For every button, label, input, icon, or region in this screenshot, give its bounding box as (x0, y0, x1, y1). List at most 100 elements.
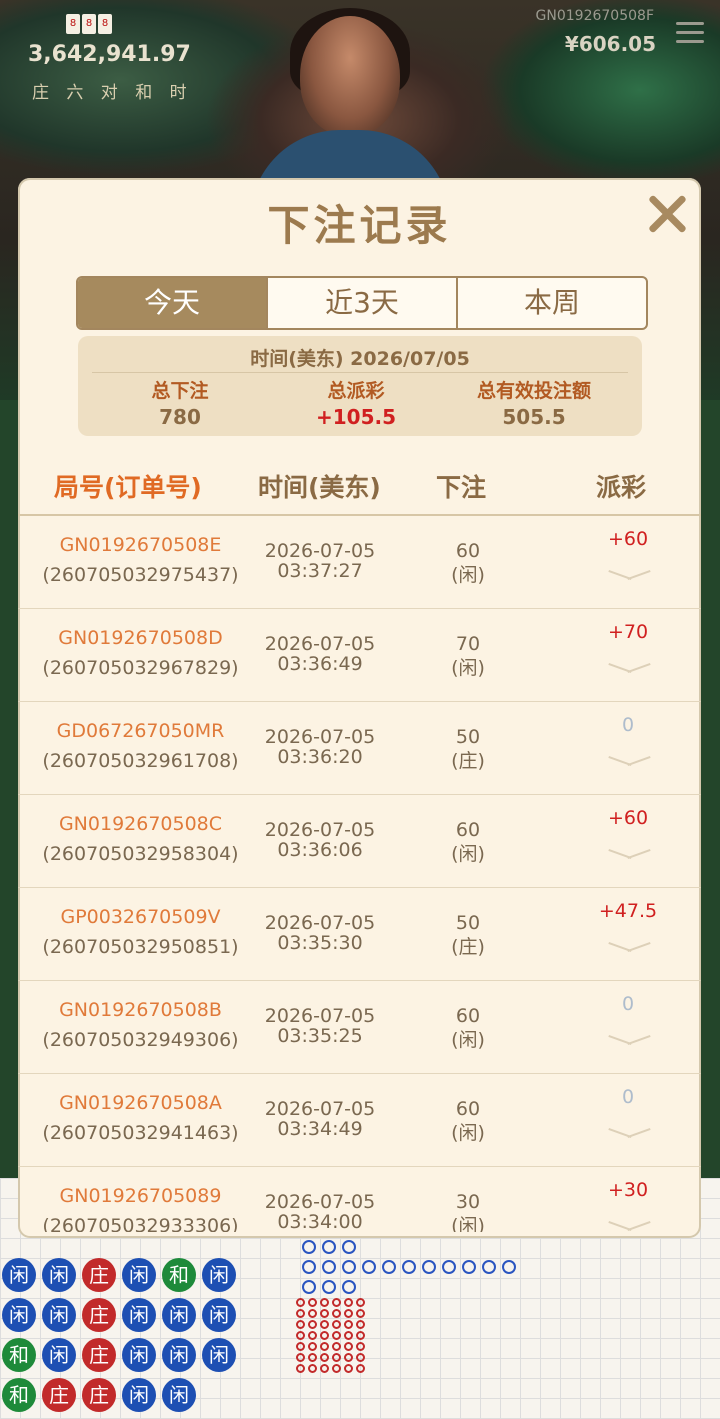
road-marker (296, 1331, 305, 1340)
round-id[interactable]: GP0032670509V (18, 906, 263, 928)
bet-amount: 70 (455, 633, 481, 655)
road-marker (332, 1320, 341, 1329)
bet-amount: 60 (455, 819, 481, 841)
bet-amount: 60 (455, 1005, 481, 1027)
tab-today[interactable]: 今天 (78, 278, 268, 328)
road-marker (344, 1298, 353, 1307)
bet-time: 03:37:27 (277, 560, 363, 582)
order-id: (260705032961708) (42, 750, 239, 772)
table-row[interactable]: GN0192670508E (260705032975437) 2026-07-05… (18, 516, 701, 609)
road-marker (344, 1353, 353, 1362)
road-marker (320, 1364, 329, 1373)
round-id[interactable]: GN0192670508C (18, 813, 263, 835)
road-marker (332, 1298, 341, 1307)
round-id[interactable]: GN0192670508D (18, 627, 263, 649)
round-id: GN0192670508F (535, 8, 654, 24)
chevron-down-icon[interactable] (608, 1124, 648, 1140)
table-row[interactable]: GP0032670509V (260705032950851) 2026-07-05… (18, 888, 701, 981)
col-round-id: 局号(订单号) (54, 473, 202, 502)
road-marker (296, 1353, 305, 1362)
table-row[interactable]: GD067267050MR (260705032961708) 2026-07-05… (18, 702, 701, 795)
road-marker (332, 1342, 341, 1351)
bet-date: 2026-07-05 (264, 633, 376, 655)
round-id[interactable]: GD067267050MR (18, 720, 263, 742)
road-marker (320, 1353, 329, 1362)
table-row[interactable]: GN0192670508A (260705032941463) 2026-07-05… (18, 1074, 701, 1167)
payout-value: 0 (621, 1086, 635, 1108)
bet-side: (闲) (451, 1215, 485, 1232)
road-marker (308, 1353, 317, 1362)
order-id: (260705032958304) (42, 843, 239, 865)
chevron-down-icon[interactable] (608, 752, 648, 768)
road-marker (302, 1280, 316, 1294)
road-marker (296, 1364, 305, 1373)
road-marker (320, 1298, 329, 1307)
road-marker (308, 1342, 317, 1351)
bead: 闲 (42, 1298, 76, 1332)
tab-last-3-days[interactable]: 近3天 (268, 278, 458, 328)
bet-amount: 50 (455, 912, 481, 934)
bead: 闲 (2, 1258, 36, 1292)
round-id[interactable]: GN01926705089 (18, 1185, 263, 1207)
close-icon[interactable] (641, 188, 693, 240)
bead: 闲 (2, 1298, 36, 1332)
bead: 闲 (122, 1258, 156, 1292)
bead: 闲 (122, 1298, 156, 1332)
road-marker (402, 1260, 416, 1274)
payout-value: 0 (621, 714, 635, 736)
road-marker (356, 1364, 365, 1373)
table-row[interactable]: GN0192670508C (260705032958304) 2026-07-05… (18, 795, 701, 888)
bead: 闲 (122, 1378, 156, 1412)
table-row[interactable]: GN0192670508D (260705032967829) 2026-07-05… (18, 609, 701, 702)
valid-bet-value: 505.5 (502, 405, 566, 429)
road-marker (308, 1320, 317, 1329)
bead: 闲 (162, 1298, 196, 1332)
payout-value: +70 (607, 621, 649, 643)
order-id: (260705032933306) (42, 1215, 239, 1232)
chevron-down-icon[interactable] (608, 566, 648, 582)
tab-this-week[interactable]: 本周 (458, 278, 646, 328)
bead: 闲 (122, 1338, 156, 1372)
table-row[interactable]: GN0192670508B (260705032949306) 2026-07-05… (18, 981, 701, 1074)
bet-side: (闲) (451, 657, 485, 679)
bet-date: 2026-07-05 (264, 1098, 376, 1120)
road-marker (320, 1320, 329, 1329)
road-marker (356, 1342, 365, 1351)
road-marker (356, 1298, 365, 1307)
balance: ¥606.05 (564, 32, 656, 56)
bet-side: (闲) (451, 1122, 485, 1144)
bet-side: (闲) (451, 1029, 485, 1051)
round-id[interactable]: GN0192670508A (18, 1092, 263, 1114)
road-marker (362, 1260, 376, 1274)
chevron-down-icon[interactable] (608, 1031, 648, 1047)
bet-side: (闲) (451, 843, 485, 865)
chevron-down-icon[interactable] (608, 938, 648, 954)
total-payout-block: 总派彩 +105.5 (262, 376, 450, 429)
bead: 庄 (82, 1258, 116, 1292)
road-marker (302, 1260, 316, 1274)
road-marker (342, 1260, 356, 1274)
road-marker (356, 1309, 365, 1318)
chevron-down-icon[interactable] (608, 845, 648, 861)
round-id[interactable]: GN0192670508E (18, 534, 263, 556)
chevron-down-icon[interactable] (608, 659, 648, 675)
chevron-down-icon[interactable] (608, 1217, 648, 1232)
col-time: 时间(美东) (258, 473, 381, 502)
round-id[interactable]: GN0192670508B (18, 999, 263, 1021)
total-bet-block: 总下注 780 (86, 376, 274, 429)
road-marker (332, 1364, 341, 1373)
road-marker (322, 1280, 336, 1294)
bead: 和 (162, 1258, 196, 1292)
road-marker (356, 1331, 365, 1340)
road-marker (382, 1260, 396, 1274)
road-marker (344, 1309, 353, 1318)
valid-bet-block: 总有效投注额 505.5 (440, 376, 628, 429)
bet-record-list[interactable]: GN0192670508E (260705032975437) 2026-07-05… (18, 516, 701, 1232)
road-marker (296, 1342, 305, 1351)
road-marker (344, 1320, 353, 1329)
menu-icon[interactable] (676, 22, 704, 44)
bead: 闲 (162, 1378, 196, 1412)
table-row[interactable]: GN01926705089 (260705032933306) 2026-07-05… (18, 1167, 701, 1232)
bead: 闲 (42, 1258, 76, 1292)
road-marker (332, 1309, 341, 1318)
